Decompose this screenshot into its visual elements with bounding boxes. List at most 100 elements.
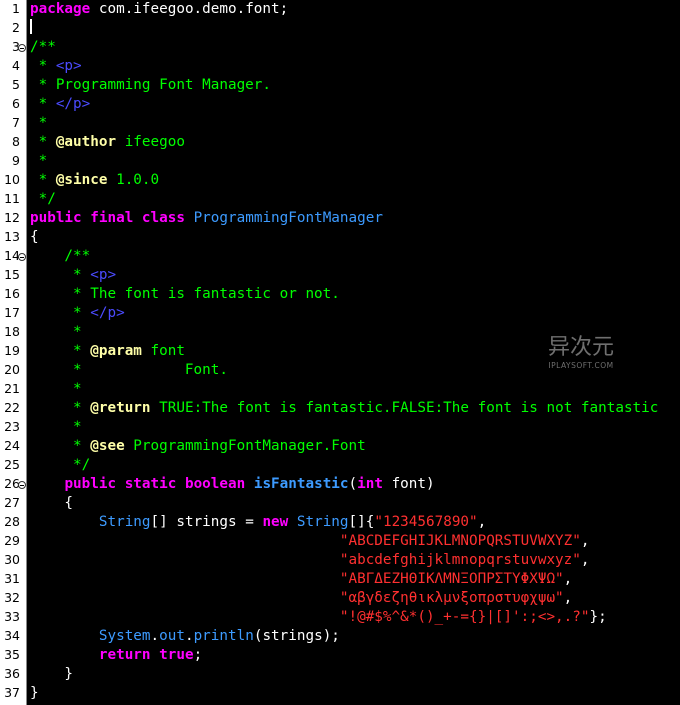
line-number: 29 (4, 533, 20, 548)
line-number: 27 (4, 495, 20, 510)
code-token: , (563, 590, 573, 606)
line-number: 7 (12, 115, 20, 130)
line-number: 26 (4, 476, 20, 491)
code-line: 2 (0, 19, 680, 38)
keyword: static (124, 476, 177, 492)
code-line: 23 * (0, 418, 680, 437)
watermark-logo: 异次元 IPLAYSOFT.COM (541, 335, 621, 371)
line-number: 4 (12, 58, 20, 73)
code-line: 27 { (0, 494, 680, 513)
line-number: 30 (4, 552, 20, 567)
code-text[interactable]: return true; (30, 646, 202, 665)
javadoc-html-tag: </p> (55, 96, 91, 112)
code-text[interactable]: * Font. (30, 361, 228, 380)
line-number: 14 (4, 248, 20, 263)
code-token: . (150, 628, 160, 644)
code-text[interactable]: * (30, 323, 82, 342)
javadoc-annotation: @since (55, 172, 108, 188)
fold-collapse-icon[interactable] (18, 44, 26, 52)
method-name: isFantastic (253, 476, 349, 492)
line-number: 32 (4, 590, 20, 605)
javadoc-annotation: @return (90, 400, 151, 416)
code-line: 3 /** (0, 38, 680, 57)
fold-collapse-icon[interactable] (18, 481, 26, 489)
code-line: 10 * @since 1.0.0 (0, 171, 680, 190)
watermark-title: 异次元 (547, 335, 614, 360)
comment: * (30, 172, 56, 188)
code-text[interactable]: * </p> (30, 95, 91, 114)
code-text[interactable] (30, 19, 32, 38)
line-number: 36 (4, 666, 20, 681)
keyword: return (98, 647, 151, 663)
code-line: 26 public static boolean isFantastic(int… (0, 475, 680, 494)
comment: ProgrammingFontManager.Font (124, 438, 366, 454)
line-number: 11 (4, 191, 20, 206)
code-text[interactable]: String[] strings = new String[]{"1234567… (30, 513, 486, 532)
code-text[interactable]: * (30, 152, 48, 171)
code-token: [] strings = (150, 514, 263, 530)
code-line: 22 * @return TRUE:The font is fantastic.… (0, 399, 680, 418)
line-number: 5 (12, 77, 20, 92)
code-text[interactable]: System.out.println(strings); (30, 627, 340, 646)
code-text[interactable]: * (30, 114, 48, 133)
code-text[interactable]: { (30, 228, 39, 247)
code-line: 36 } (0, 665, 680, 684)
line-number: 25 (4, 457, 20, 472)
code-text[interactable]: */ (30, 190, 56, 209)
code-text[interactable]: * @since 1.0.0 (30, 171, 160, 190)
fold-collapse-icon[interactable] (18, 253, 26, 261)
line-number: 31 (4, 571, 20, 586)
code-editor[interactable]: 1 package com.ifeegoo.demo.font; 2 3 /**… (0, 0, 680, 705)
code-text[interactable]: "αβγδεζηθικλμνξοπρστυφχψω", (30, 589, 572, 608)
code-line: 34 System.out.println(strings); (0, 627, 680, 646)
code-text[interactable]: * Programming Font Manager. (30, 76, 271, 95)
code-token: , (477, 514, 487, 530)
code-text[interactable]: * @see ProgrammingFontManager.Font (30, 437, 366, 456)
code-text[interactable]: public final class ProgrammingFontManage… (30, 209, 383, 228)
code-text[interactable]: "ABCDEFGHIJKLMNOPQRSTUVWXYZ", (30, 532, 590, 551)
line-number: 15 (4, 267, 20, 282)
code-text[interactable]: * @return TRUE:The font is fantastic.FAL… (30, 399, 658, 418)
comment: * (30, 134, 56, 150)
code-line: 14 /** (0, 247, 680, 266)
code-token: com.ifeegoo.demo.font; (90, 1, 289, 17)
javadoc-annotation: @param (90, 343, 142, 359)
comment: TRUE:The font is fantastic.FALSE:The fon… (150, 400, 659, 416)
code-text[interactable]: * <p> (30, 57, 82, 76)
code-text[interactable]: "!@#$%^&*()_+-={}|[]':;<>,.?"}; (30, 608, 607, 627)
keyword: public (30, 210, 82, 226)
code-text[interactable]: * (30, 380, 82, 399)
code-token: . (184, 628, 194, 644)
class-name: String (296, 514, 349, 530)
line-number: 8 (12, 134, 20, 149)
code-text[interactable]: /** (30, 38, 56, 57)
line-number: 18 (4, 324, 20, 339)
code-text[interactable]: "ΑΒΓΔΕΖΗΘΙΚΛΜΝΞΟΠΡΣΤΥΦΧΨΩ", (30, 570, 572, 589)
code-text[interactable]: */ (30, 456, 90, 475)
line-number: 22 (4, 400, 20, 415)
line-number: 33 (4, 609, 20, 624)
code-token: , (580, 552, 590, 568)
code-text[interactable]: } (30, 684, 39, 703)
code-text[interactable]: * @author ifeegoo (30, 133, 185, 152)
code-text[interactable]: * </p> (30, 304, 125, 323)
code-text[interactable]: /** (30, 247, 90, 266)
code-text[interactable]: } (30, 665, 73, 684)
code-text[interactable]: public static boolean isFantastic(int fo… (30, 475, 434, 494)
code-token: ; (193, 647, 203, 663)
keyword: new (262, 514, 289, 530)
code-text[interactable]: * (30, 418, 82, 437)
code-text[interactable]: * The font is fantastic or not. (30, 285, 340, 304)
string-literal: "ABCDEFGHIJKLMNOPQRSTUVWXYZ" (339, 533, 581, 549)
code-token: , (580, 533, 590, 549)
code-text[interactable]: "abcdefghijklmnopqrstuvwxyz", (30, 551, 590, 570)
code-text[interactable]: * @param font (30, 342, 185, 361)
code-text[interactable]: * <p> (30, 266, 116, 285)
code-text[interactable]: { (30, 494, 73, 513)
javadoc-annotation: @author (55, 134, 117, 150)
code-token: (strings); (253, 628, 340, 644)
code-text[interactable]: package com.ifeegoo.demo.font; (30, 0, 288, 19)
code-line: 4 * <p> (0, 57, 680, 76)
code-line: 1 package com.ifeegoo.demo.font; (0, 0, 680, 19)
comment: ifeegoo (116, 134, 185, 150)
